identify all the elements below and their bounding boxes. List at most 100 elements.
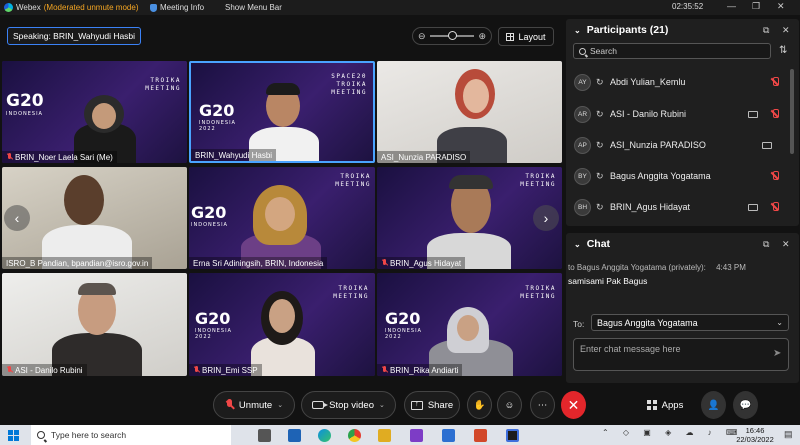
popout-icon[interactable]: ⧉ <box>763 239 769 250</box>
g20-slide-logo: G20 INDONESIA 2022 <box>385 309 422 340</box>
webex-logo-icon <box>4 3 13 12</box>
taskbar-clock[interactable]: 16:46 22/03/2022 <box>730 426 780 444</box>
sync-icon: ↻ <box>596 76 604 87</box>
chat-header[interactable]: ⌄ Chat <box>574 238 610 250</box>
video-tile-rika-andiarti[interactable]: G20 INDONESIA 2022 TROIKA MEETING BRIN_Rika… <box>377 273 562 376</box>
video-tile-wahyudi-hasbi[interactable]: G20 INDONESIA 2022 SPACE20 TROIKA MEETING BR… <box>189 61 375 163</box>
avatar: AY <box>574 73 591 91</box>
zoom-out-icon[interactable]: ⊖ <box>418 31 426 42</box>
taskbar-search-placeholder: Type here to search <box>51 430 127 440</box>
video-tile-emi-ssp[interactable]: G20 INDONESIA 2022 TROIKA MEETING BRIN_Emi … <box>189 273 375 376</box>
participants-scrollbar[interactable] <box>790 69 794 154</box>
chevron-down-icon[interactable]: ⌄ <box>574 240 581 249</box>
layout-button[interactable]: Layout <box>498 27 554 46</box>
video-tile-b-pandian[interactable]: ‹ ISRO_B Pandian, bpandian@isro.gov.in <box>2 167 187 269</box>
avatar: AP <box>574 136 591 154</box>
mic-muted-icon[interactable] <box>770 109 780 119</box>
taskbar-search-input[interactable]: Type here to search <box>31 425 231 445</box>
notification-icon[interactable]: ▤ <box>784 429 793 440</box>
participant-row[interactable]: AY ↻ Abdi Yulian_Kemlu <box>574 71 784 93</box>
meeting-info-button[interactable]: Meeting Info <box>150 3 225 12</box>
participant-row[interactable]: AP ↻ ASI_Nunzia PARADISO <box>574 134 784 156</box>
outlook-icon[interactable] <box>442 429 455 442</box>
video-tile-erna-sri-adiningsih[interactable]: G20 INDONESIA TROIKA MEETING Erna Sri Adin… <box>189 167 375 269</box>
troika-slide-title: TROIKA MEETING <box>333 285 369 300</box>
previous-page-button[interactable]: ‹ <box>4 205 30 231</box>
chat-message: samisami Pak Bagus <box>568 276 648 286</box>
stop-video-button[interactable]: Stop video ⌄ <box>301 391 396 419</box>
leave-meeting-button[interactable]: ✕ <box>561 391 586 419</box>
zoom-in-icon[interactable]: ⊕ <box>478 31 486 42</box>
sort-icon[interactable]: ⇅ <box>779 45 787 56</box>
participants-button[interactable]: 👤 <box>701 391 726 419</box>
popout-icon[interactable]: ⧉ <box>763 25 769 36</box>
chat-input[interactable]: Enter chat message here <box>573 338 789 371</box>
participant-row[interactable]: AR ↻ ASI - Danilo Rubini <box>574 103 784 125</box>
close-icon[interactable]: ✕ <box>782 25 790 36</box>
mic-muted-icon <box>6 366 13 374</box>
share-icon: ↑ <box>410 400 423 410</box>
avatar: BH <box>574 198 591 216</box>
participant-row[interactable]: BH ↻ BRIN_Agus Hidayat <box>574 196 784 218</box>
app-icon[interactable] <box>410 429 423 442</box>
shield-icon <box>150 3 157 12</box>
g20-slide-logo: G20 INDONESIA 2022 <box>195 309 232 340</box>
apps-button[interactable]: Apps <box>640 391 690 419</box>
app-name: Webex <box>16 3 41 12</box>
avatar: BY <box>574 167 591 185</box>
clock-date: 22/03/2022 <box>736 435 774 444</box>
grid-icon <box>506 32 515 41</box>
participant-row[interactable]: BY ↻ Bagus Anggita Yogatama <box>574 165 784 187</box>
minimize-icon[interactable]: — <box>727 1 736 11</box>
chevron-down-icon: ⌄ <box>776 318 783 327</box>
mic-muted-icon[interactable] <box>770 202 780 212</box>
chat-title: Chat <box>586 238 611 250</box>
windows-start-icon[interactable] <box>8 429 19 441</box>
reactions-button[interactable]: ☺ <box>497 391 522 419</box>
close-icon[interactable]: ✕ <box>777 1 785 12</box>
chat-button[interactable]: 💬 <box>733 391 758 419</box>
mic-muted-icon[interactable] <box>770 171 780 181</box>
chat-panel: ⌄ Chat ⧉ ✕ to Bagus Anggita Yogatama (pr… <box>566 233 799 383</box>
show-menu-bar-button[interactable]: Show Menu Bar <box>225 3 305 12</box>
meeting-info-label: Meeting Info <box>160 3 205 12</box>
zoom-track[interactable] <box>429 31 475 40</box>
zoom-slider[interactable]: ⊖ ⊕ <box>412 27 492 45</box>
system-tray-icons[interactable]: ⌃ ◇ ▣ ◈ ☁ ♪ ⌨ <box>602 428 743 437</box>
troika-slide-title: TROIKA MEETING <box>520 285 556 300</box>
share-button[interactable]: ↑ Share <box>404 391 460 419</box>
video-tile-danilo-rubini[interactable]: ASI - Danilo Rubini <box>2 273 187 376</box>
mic-muted-icon[interactable] <box>770 77 780 87</box>
participants-header[interactable]: ⌄ Participants (21) <box>574 24 668 36</box>
chevron-down-icon[interactable]: ⌄ <box>379 401 385 409</box>
unmute-mode-label: (Moderated unmute mode) <box>43 3 139 12</box>
close-icon[interactable]: ✕ <box>782 239 790 250</box>
chevron-down-icon[interactable]: ⌄ <box>574 26 581 35</box>
recipient-select[interactable]: Bagus Anggita Yogatama ⌄ <box>591 314 789 331</box>
zoom-knob[interactable] <box>447 31 457 40</box>
video-tile-noer-laela-sari[interactable]: G20 INDONESIA TROIKA MEETING BRIN_Noer Lae… <box>2 61 187 163</box>
participant-search-input[interactable]: Search <box>573 43 771 59</box>
participant-name: ASI_Nunzia PARADISO <box>610 140 706 150</box>
more-icon: ⋯ <box>537 399 548 411</box>
g20-slide-logo: G20 INDONESIA <box>6 91 44 117</box>
powerpoint-icon[interactable] <box>474 429 487 442</box>
more-options-button[interactable]: ⋯ <box>530 391 555 419</box>
troika-slide-title: TROIKA MEETING <box>145 77 181 92</box>
send-icon[interactable]: ➤ <box>773 348 781 359</box>
restore-icon[interactable]: ❐ <box>752 1 760 12</box>
video-tile-agus-hidayat[interactable]: TROIKA MEETING › BRIN_Agus Hidayat <box>377 167 562 269</box>
task-view-icon[interactable] <box>258 429 271 442</box>
webex-taskbar-icon[interactable] <box>506 429 519 442</box>
folder-icon[interactable] <box>378 429 391 442</box>
video-tile-nunzia-paradiso[interactable]: ASI_Nunzia PARADISO <box>377 61 562 163</box>
next-page-button[interactable]: › <box>533 205 559 231</box>
chevron-down-icon[interactable]: ⌄ <box>277 401 283 409</box>
word-icon[interactable] <box>288 429 301 442</box>
raise-hand-button[interactable]: ✋ <box>467 391 492 419</box>
sync-icon: ↻ <box>596 201 604 212</box>
chrome-icon[interactable] <box>348 429 361 442</box>
unmute-button[interactable]: Unmute ⌄ <box>213 391 295 419</box>
edge-icon[interactable] <box>318 429 331 442</box>
active-speaker-label: Speaking: BRIN_Wahyudi Hasbi <box>7 27 141 45</box>
